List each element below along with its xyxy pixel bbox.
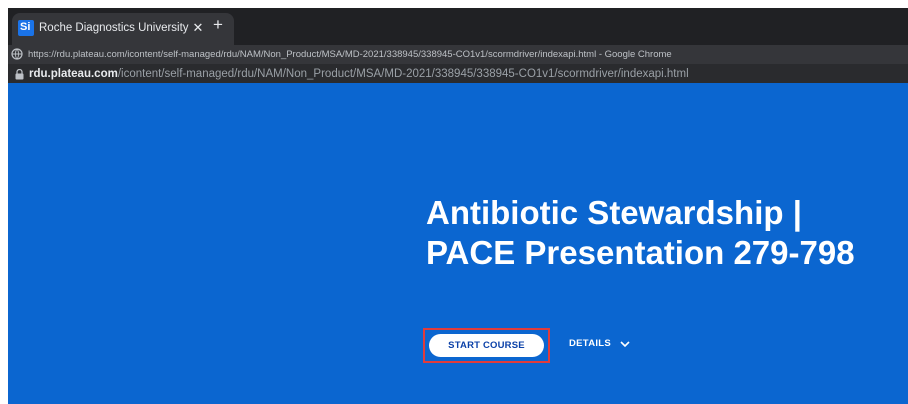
favicon-text: Si bbox=[20, 21, 31, 33]
course-title-line-2: PACE Presentation 279-798 bbox=[426, 234, 855, 271]
start-course-highlight: START COURSE bbox=[423, 328, 550, 363]
tab-strip: Si Roche Diagnostics University – ⁠ ✕ + bbox=[8, 8, 908, 45]
url-host: rdu.plateau.com bbox=[29, 68, 118, 80]
chevron-down-icon bbox=[620, 341, 630, 348]
lock-icon[interactable] bbox=[15, 69, 24, 80]
window-title: https://rdu.plateau.com/icontent/self-ma… bbox=[28, 49, 672, 60]
details-toggle[interactable]: DETAILS bbox=[569, 338, 630, 349]
course-title-line-1: Antibiotic Stewardship | bbox=[426, 194, 802, 231]
globe-icon bbox=[11, 48, 23, 60]
course-title: Antibiotic Stewardship | PACE Presentati… bbox=[426, 193, 855, 273]
tab-title: Roche Diagnostics University – ⁠ bbox=[39, 22, 189, 34]
course-landing-page: Antibiotic Stewardship | PACE Presentati… bbox=[8, 83, 908, 404]
browser-tab[interactable]: Si Roche Diagnostics University – ⁠ ✕ bbox=[12, 13, 234, 45]
plus-icon[interactable]: + bbox=[213, 16, 223, 33]
browser-window: Si Roche Diagnostics University – ⁠ ✕ + … bbox=[8, 8, 908, 404]
start-course-button[interactable]: START COURSE bbox=[429, 334, 544, 357]
window-title-bar: https://rdu.plateau.com/icontent/self-ma… bbox=[8, 45, 908, 64]
close-icon[interactable]: ✕ bbox=[190, 20, 206, 36]
url-path: /icontent/self-managed/rdu/NAM/Non_Produ… bbox=[117, 68, 689, 80]
site-favicon-icon: Si bbox=[18, 20, 34, 36]
url-text[interactable]: rdu.plateau.com/icontent/self-managed/rd… bbox=[29, 68, 689, 80]
details-label: DETAILS bbox=[569, 338, 612, 349]
